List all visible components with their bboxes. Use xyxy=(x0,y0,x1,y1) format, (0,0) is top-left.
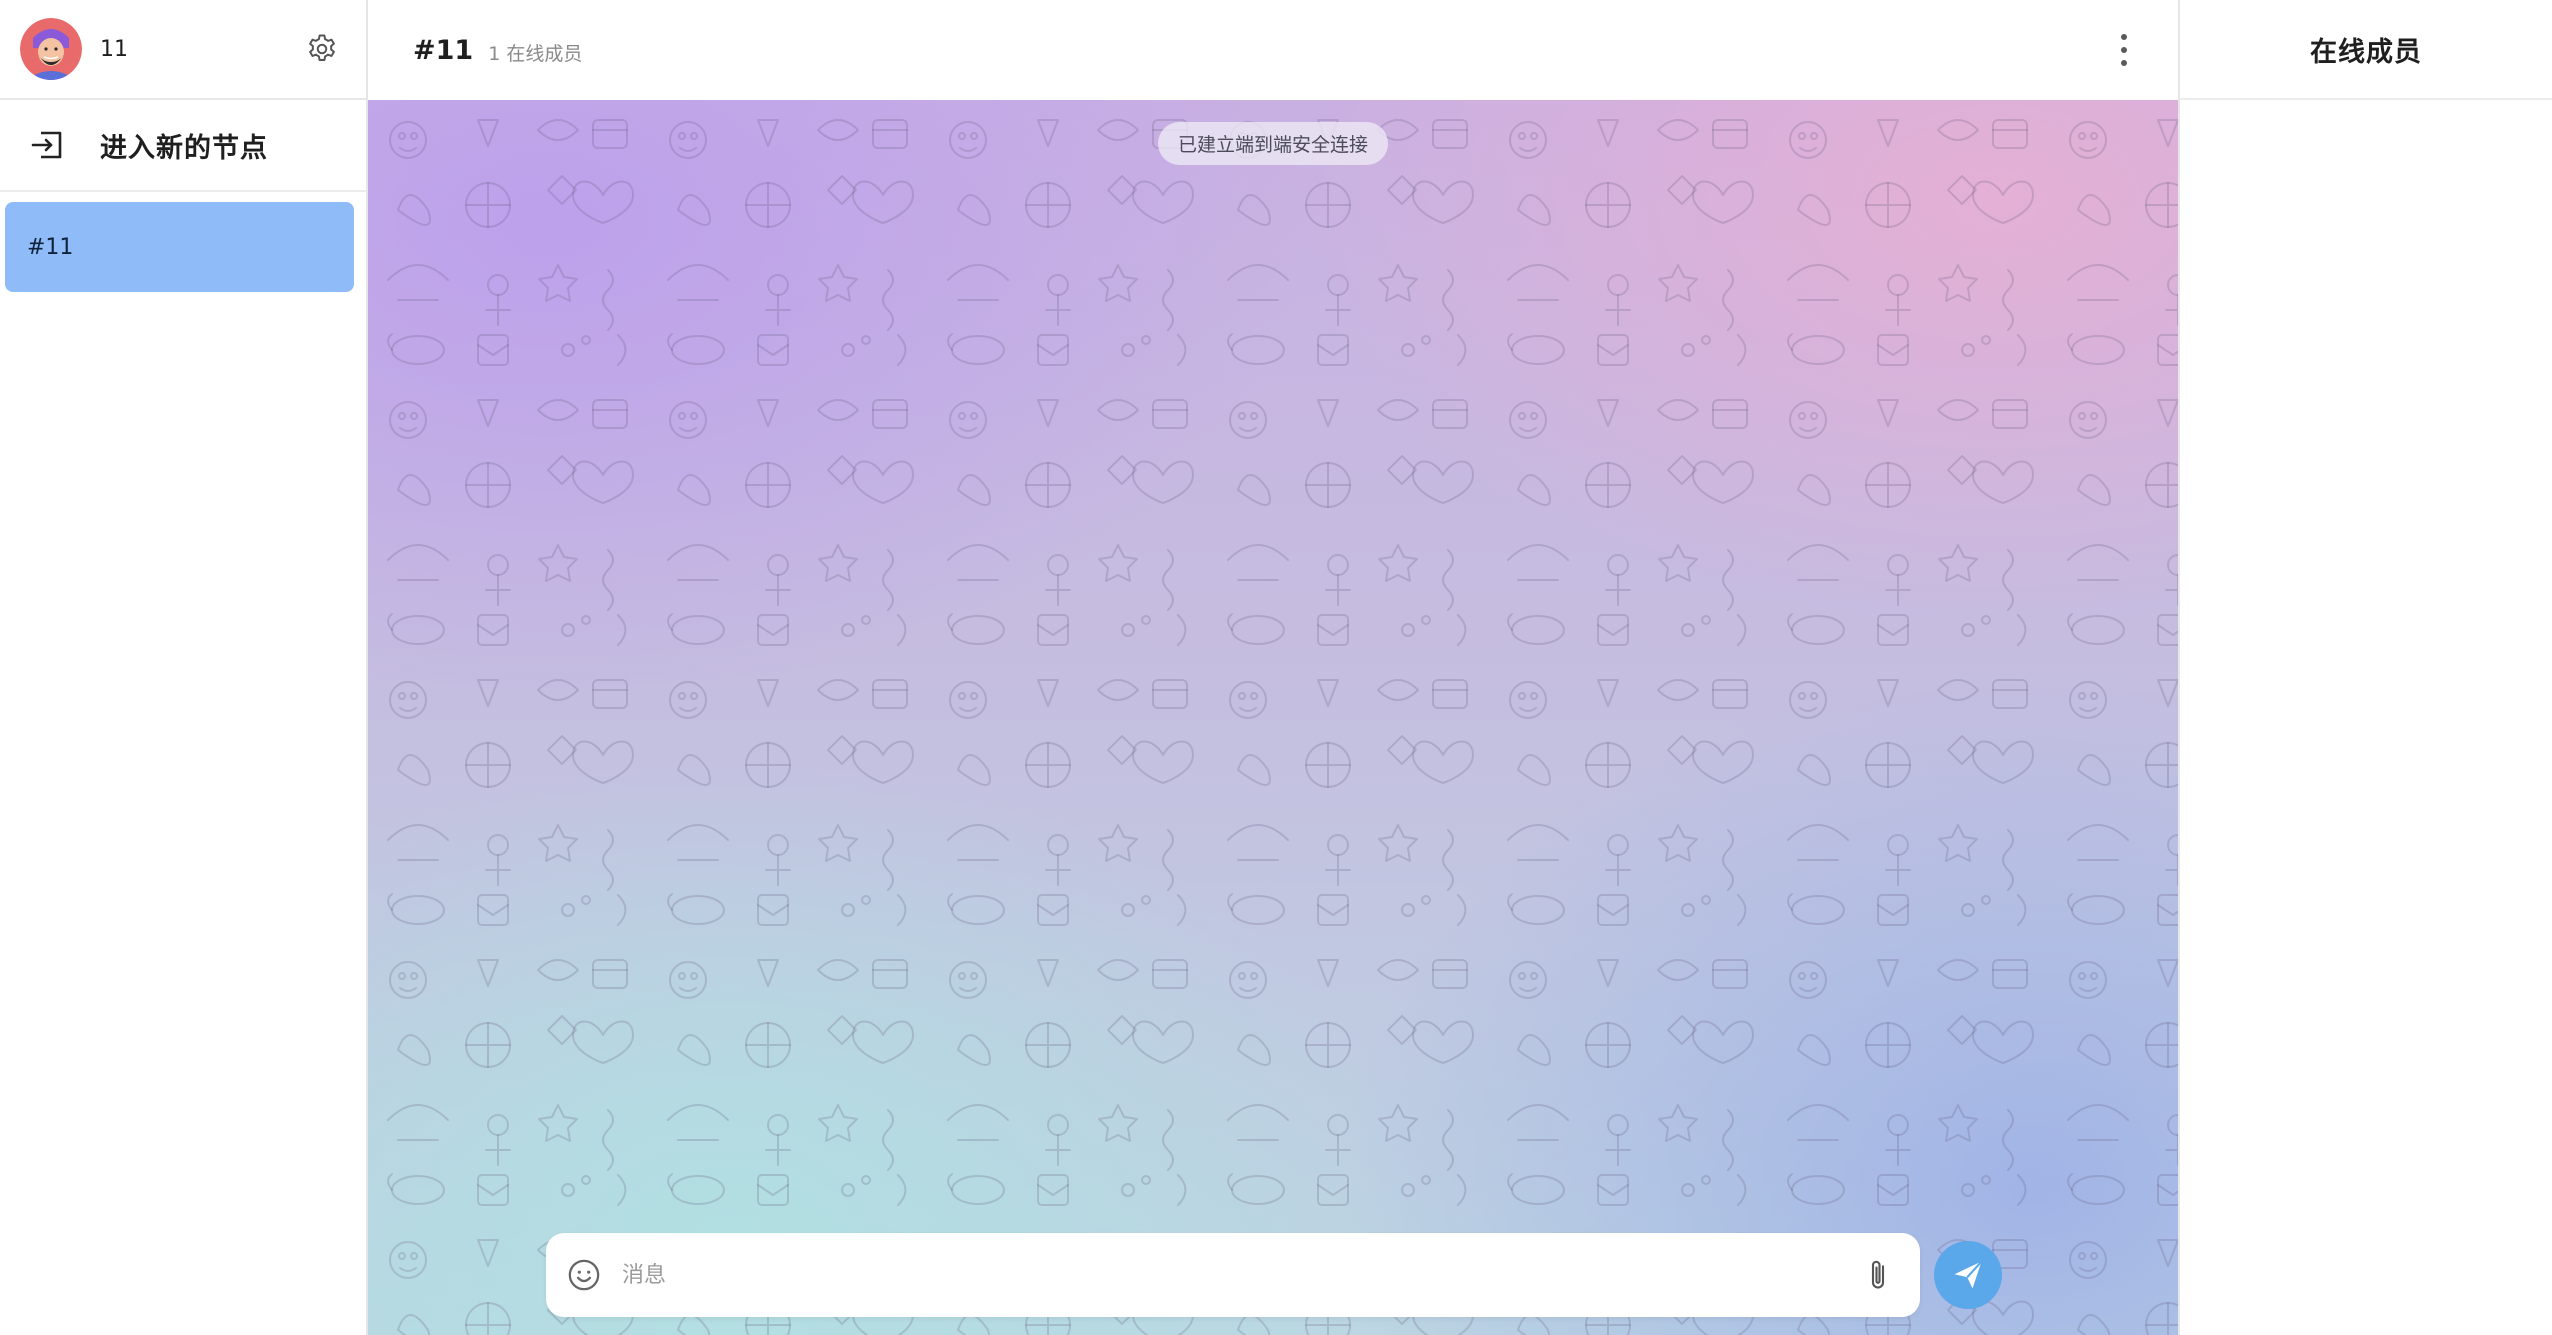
chat-menu-button[interactable] xyxy=(2114,28,2134,72)
members-panel-title: 在线成员 xyxy=(2180,0,2552,100)
send-button[interactable] xyxy=(1934,1241,2002,1309)
paperclip-icon xyxy=(1871,1260,1885,1289)
enter-icon xyxy=(31,131,62,159)
node-item-11[interactable]: #11 xyxy=(5,202,354,292)
e2e-status-badge: 已建立端到端安全连接 xyxy=(1157,122,1389,165)
sidebar: 11 进入新的节点 #11 xyxy=(0,0,368,1335)
avatar[interactable] xyxy=(20,18,82,80)
chat-area: #11 1 在线成员 已建立端到端安全连接 消息 xyxy=(368,0,2178,1335)
gear-icon xyxy=(309,34,335,62)
attach-button[interactable] xyxy=(1858,1255,1898,1295)
smile-icon xyxy=(568,1259,600,1291)
join-node-label: 进入新的节点 xyxy=(100,132,268,164)
username: 11 xyxy=(100,36,128,62)
join-node-button[interactable]: 进入新的节点 xyxy=(0,100,366,192)
online-member-count: 1 在线成员 xyxy=(488,42,583,65)
message-input[interactable] xyxy=(620,1261,1842,1289)
message-area[interactable]: 已建立端到端安全连接 xyxy=(368,100,2178,1335)
settings-button[interactable] xyxy=(302,29,342,69)
doodle-background-pattern xyxy=(368,100,2178,1335)
channel-title: #11 xyxy=(413,34,474,66)
emoji-button[interactable] xyxy=(564,1255,604,1295)
node-item-label: #11 xyxy=(27,234,74,260)
app-window: 11 进入新的节点 #11 #11 1 在线成员 已建立端到端安全连接 消息 在… xyxy=(0,0,2552,1335)
node-list: #11 xyxy=(0,192,366,292)
chat-header: #11 1 在线成员 xyxy=(368,0,2178,100)
message-composer xyxy=(546,1233,1920,1317)
paper-plane-icon xyxy=(1954,1260,1983,1289)
avatar-image xyxy=(20,18,82,80)
user-bar: 11 xyxy=(0,0,366,100)
kebab-menu-icon xyxy=(2121,34,2127,40)
online-members-panel: 在线成员 xyxy=(2178,0,2552,1335)
